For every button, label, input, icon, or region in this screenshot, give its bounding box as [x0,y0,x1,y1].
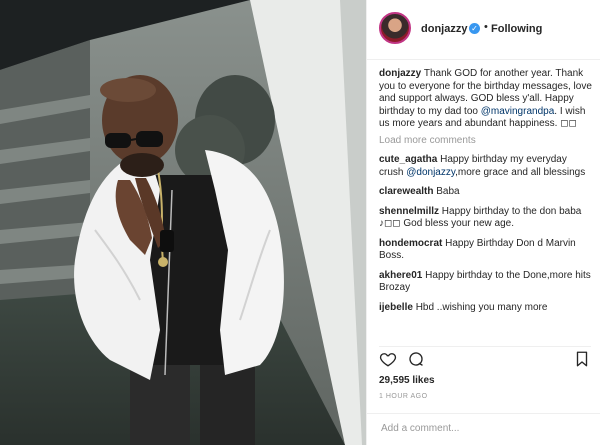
comment-text: Hbd ..wishing you many more [415,301,548,313]
comment-item: ijebelle Hbd ..wishing you many more [379,302,593,315]
comment-text-end: ,more grace and all blessings [455,166,586,178]
load-more-comments-link[interactable]: Load more comments [379,135,593,148]
header-separator: • [484,21,488,33]
comment-username[interactable]: ijebelle [379,302,413,313]
comment-icon[interactable] [407,350,427,370]
post-photo[interactable] [0,0,366,445]
caption-mention[interactable]: @mavingrandpa [481,106,555,117]
like-count[interactable]: 29,595 likes [379,375,435,386]
add-comment-input[interactable] [379,422,588,435]
caption-username[interactable]: donjazzy [379,68,421,79]
add-comment-bar [367,413,600,446]
comment-item: cute_agatha Happy birthday my everyday c… [379,154,593,179]
comment-username[interactable]: clarewealth [379,186,433,197]
post-sidebar: donjazzy ✓ • Following donjazzy Thank GO… [366,0,600,445]
caption: donjazzy Thank GOD for another year. Tha… [379,68,593,131]
comment-username[interactable]: shennelmillz [379,206,439,217]
comment-username[interactable]: akhere01 [379,270,422,281]
verified-badge-icon: ✓ [469,23,480,34]
comment-username[interactable]: hondemocrat [379,238,442,249]
comment-item: clarewealth Baba [379,186,593,199]
comment-list: donjazzy Thank GOD for another year. Tha… [379,68,593,321]
bookmark-icon[interactable] [573,350,593,370]
instagram-post: donjazzy ✓ • Following donjazzy Thank GO… [0,0,600,445]
comment-item: shennelmillz Happy birthday to the don b… [379,206,593,231]
comment-username[interactable]: cute_agatha [379,154,437,165]
heart-icon[interactable] [379,350,399,370]
comment-item: hondemocrat Happy Birthday Don d Marvin … [379,238,593,263]
comment-item: akhere01 Happy birthday to the Done,more… [379,270,593,295]
following-button[interactable]: Following [491,23,542,35]
comment-text: Baba [436,186,460,197]
avatar[interactable] [379,12,411,44]
post-timestamp: 1 HOUR AGO [379,393,428,400]
comment-mention[interactable]: @donjazzy [406,167,455,178]
header-username[interactable]: donjazzy [421,23,467,35]
action-bar [379,346,591,369]
post-header: donjazzy ✓ • Following [367,0,600,60]
